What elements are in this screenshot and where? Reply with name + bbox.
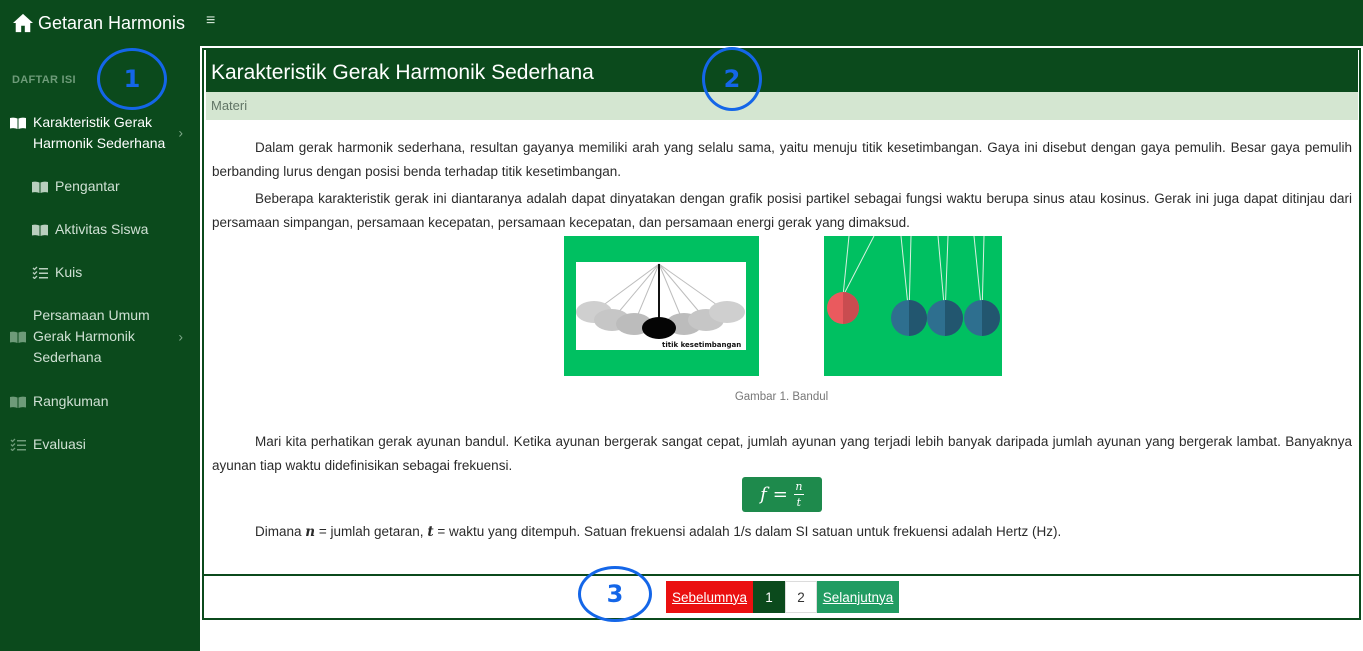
formula-eq: =	[772, 484, 788, 505]
book-icon	[10, 326, 28, 347]
figure-caption: Gambar 1. Bandul	[734, 391, 829, 403]
hamburger-icon[interactable]: ≡	[206, 12, 215, 30]
page-1-button[interactable]: 1	[753, 581, 785, 613]
page-2-button[interactable]: 2	[785, 581, 817, 613]
chevron-right-icon: ›	[178, 124, 183, 141]
checklist-icon	[10, 434, 28, 455]
sidebar-item-label: Kuis	[55, 264, 83, 280]
sidebar-item-label: Rangkuman	[33, 393, 109, 409]
page-title: Karakteristik Gerak Harmonik Sederhana	[206, 50, 1358, 92]
callout-1: 1	[97, 48, 167, 110]
pendulum-illustration: titik kesetimbangan	[564, 235, 1002, 376]
sidebar-item-evaluasi[interactable]: Evaluasi	[10, 434, 195, 455]
formula-numerator: n	[795, 480, 803, 493]
content-body-2: Mari kita perhatikan gerak ayunan bandul…	[212, 430, 1352, 477]
formula-lhs: f	[760, 484, 767, 505]
paragraph: Mari kita perhatikan gerak ayunan bandul…	[212, 434, 1352, 473]
chevron-right-icon: ›	[178, 328, 183, 344]
paragraph: Dimana n = jumlah getaran, t = waktu yan…	[255, 524, 1062, 540]
formula-denominator: t	[796, 496, 802, 509]
book-icon	[32, 176, 50, 197]
sidebar-item-label: Karakteristik Gerak Harmonik Sederhana	[33, 114, 166, 151]
sidebar-item-karakteristik[interactable]: Karakteristik Gerak Harmonik Sederhana ›	[10, 112, 195, 154]
sidebar-item-aktivitas-siswa[interactable]: Aktivitas Siswa	[32, 219, 192, 240]
book-icon	[32, 219, 50, 240]
brand-link[interactable]: Getaran Harmonis	[0, 0, 200, 46]
formula-fraction: n t	[793, 480, 804, 509]
paragraph: Dalam gerak harmonik sederhana, resultan…	[212, 140, 1352, 179]
sidebar: DAFTAR ISI Karakteristik Gerak Harmonik …	[0, 46, 200, 651]
content-body: Dalam gerak harmonik sederhana, resultan…	[212, 136, 1352, 238]
app-title: Getaran Harmonis	[38, 12, 186, 33]
divider	[204, 574, 1359, 576]
callout-2: 2	[702, 47, 762, 111]
sidebar-item-rangkuman[interactable]: Rangkuman	[10, 391, 195, 412]
frequency-formula: f = n t	[742, 477, 822, 512]
next-page-button[interactable]: Selanjutnya	[817, 581, 899, 613]
pendulum-figures: titik kesetimbangan	[564, 235, 1004, 376]
prev-page-button[interactable]: Sebelumnya	[666, 581, 753, 613]
top-bar: Getaran Harmonis ≡	[0, 0, 1363, 46]
content-body-3: Dimana n = jumlah getaran, t = waktu yan…	[212, 520, 1352, 545]
sidebar-item-label: Pengantar	[55, 178, 120, 194]
pagination: Sebelumnya 1 2 Selanjutnya	[666, 581, 899, 613]
book-icon	[10, 112, 28, 133]
sidebar-item-kuis[interactable]: Kuis	[32, 262, 192, 283]
sidebar-item-label: Persamaan Umum Gerak Harmonik Sederhana	[33, 307, 150, 365]
checklist-icon	[32, 262, 50, 283]
sidebar-item-label: Evaluasi	[33, 436, 86, 452]
home-icon	[13, 13, 33, 33]
callout-3: 3	[578, 566, 652, 622]
sidebar-item-pengantar[interactable]: Pengantar	[32, 176, 192, 197]
sidebar-item-persamaan-umum[interactable]: Persamaan Umum Gerak Harmonik Sederhana …	[10, 305, 195, 368]
figure-label: titik kesetimbangan	[662, 341, 741, 349]
paragraph: Beberapa karakteristik gerak ini diantar…	[212, 191, 1352, 230]
content-panel: Karakteristik Gerak Harmonik Sederhana M…	[202, 48, 1361, 620]
sidebar-header: DAFTAR ISI	[12, 74, 76, 86]
section-subtitle: Materi	[206, 92, 1358, 120]
book-icon	[10, 391, 28, 412]
sidebar-item-label: Aktivitas Siswa	[55, 221, 149, 237]
